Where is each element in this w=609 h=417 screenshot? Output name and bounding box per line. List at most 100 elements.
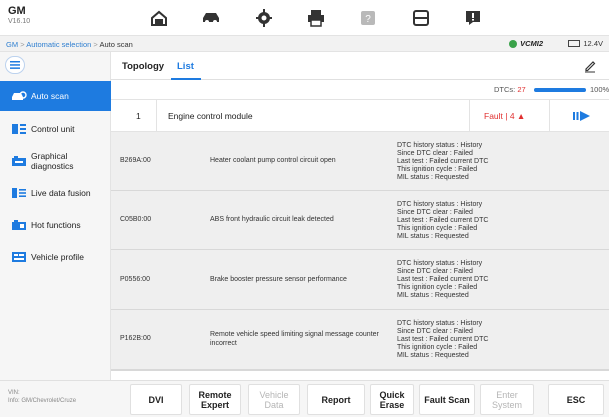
hot-functions-icon xyxy=(11,219,27,231)
dtc-code: B269A:00 xyxy=(120,157,151,164)
sidebar-item-label: Hot functions xyxy=(31,220,81,230)
home-icon[interactable] xyxy=(148,8,170,28)
vin-label: VIN: xyxy=(8,390,20,396)
hamburger-icon xyxy=(10,61,20,69)
live-data-icon xyxy=(11,187,27,199)
breadcrumb-separator: > xyxy=(93,40,98,49)
sidebar-item-label: Vehicle profile xyxy=(31,252,84,262)
breadcrumb-parent[interactable]: Automatic selection xyxy=(26,40,91,49)
dtc-status-details: DTC history status : History Since DTC c… xyxy=(397,142,488,182)
dtc-status-line: MIL status : Requested xyxy=(397,174,469,181)
car-scan-icon xyxy=(11,90,27,102)
control-unit-icon xyxy=(11,123,27,135)
dvi-button[interactable]: DVI xyxy=(130,384,182,415)
feedback-icon[interactable] xyxy=(462,8,484,28)
dtc-description: ABS front hydraulic circuit leak detecte… xyxy=(210,216,334,223)
dtc-status-line: This ignition cycle : Failed xyxy=(397,344,478,351)
dtc-row: P162B:00 Remote vehicle speed limiting s… xyxy=(111,310,609,370)
dtc-description: Heater coolant pump control circuit open xyxy=(210,157,336,164)
dtc-status-line: This ignition cycle : Failed xyxy=(397,166,478,173)
settings-icon[interactable] xyxy=(253,8,275,28)
dtc-status-line: Last test : Failed current DTC xyxy=(397,336,489,343)
dtc-description: Brake booster pressure sensor performanc… xyxy=(210,276,347,283)
vci-status: VCMI2 xyxy=(509,39,543,48)
dtc-status-line: Since DTC clear : Failed xyxy=(397,328,473,335)
sidebar-item-label: Control unit xyxy=(31,124,75,134)
battery-status: 12.4V xyxy=(568,39,603,48)
fault-scan-button[interactable]: Fault Scan xyxy=(419,384,475,415)
dtc-status-line: DTC history status : History xyxy=(397,260,483,267)
module-index: 1 xyxy=(136,111,141,121)
breadcrumb-bar: GM > Automatic selection > Auto scan VCM… xyxy=(0,36,609,52)
breadcrumb-current: Auto scan xyxy=(99,40,133,49)
sidebar-item-live-data-fusion[interactable]: Live data fusion xyxy=(0,178,111,208)
save-icon[interactable] xyxy=(410,8,432,28)
sidebar-item-auto-scan[interactable]: Auto scan xyxy=(0,81,111,111)
breadcrumb-separator: > xyxy=(20,40,25,49)
menu-toggle-button[interactable] xyxy=(5,56,25,74)
svg-text:?: ? xyxy=(365,14,371,25)
vci-connected-icon xyxy=(509,39,518,48)
breadcrumb: GM > Automatic selection > Auto scan xyxy=(6,40,133,49)
dtc-status-line: Since DTC clear : Failed xyxy=(397,150,473,157)
sidebar-item-label: Graphical diagnostics xyxy=(31,151,74,171)
dtc-code: P162B:00 xyxy=(120,335,151,342)
dtc-status-details: DTC history status : History Since DTC c… xyxy=(397,320,488,360)
graphical-diagnostics-icon xyxy=(11,155,27,167)
scan-progress-bar xyxy=(534,88,586,92)
dtc-status-line: MIL status : Requested xyxy=(397,292,469,299)
vehicle-data-button[interactable]: Vehicle Data xyxy=(248,384,300,415)
sidebar-item-hot-functions[interactable]: Hot functions xyxy=(0,210,111,240)
report-button[interactable]: Report xyxy=(307,384,365,415)
dtc-code: P0556:00 xyxy=(120,276,150,283)
battery-voltage: 12.4V xyxy=(583,39,603,48)
sidebar-item-control-unit[interactable]: Control unit xyxy=(0,114,111,144)
sidebar: Auto scan Control unit Graphical diagnos… xyxy=(0,52,111,380)
dtc-row: B269A:00 Heater coolant pump control cir… xyxy=(111,132,609,191)
dtc-count-value: 27 xyxy=(517,85,526,94)
dtc-code: C05B0:00 xyxy=(120,216,152,223)
sidebar-item-vehicle-profile[interactable]: Vehicle profile xyxy=(0,242,111,272)
breadcrumb-root[interactable]: GM xyxy=(6,40,18,49)
dtc-summary: DTCs: 27 100% xyxy=(111,80,609,99)
column-divider xyxy=(549,100,550,132)
dtc-status-line: Since DTC clear : Failed xyxy=(397,209,473,216)
view-tabs: Topology List xyxy=(111,52,609,80)
dtc-status-line: DTC history status : History xyxy=(397,320,483,327)
printer-icon[interactable] xyxy=(305,8,327,28)
quick-erase-button[interactable]: Quick Erase xyxy=(370,384,414,415)
dtc-status-details: DTC history status : History Since DTC c… xyxy=(397,201,488,241)
dtc-status-line: DTC history status : History xyxy=(397,142,483,149)
dtc-status-line: Since DTC clear : Failed xyxy=(397,268,473,275)
dtc-status-line: This ignition cycle : Failed xyxy=(397,225,478,232)
column-divider xyxy=(156,100,157,132)
dtc-count-label: DTCs: xyxy=(494,85,516,94)
sidebar-item-graphical-diagnostics[interactable]: Graphical diagnostics xyxy=(0,146,111,176)
dtc-description: Remote vehicle speed limiting signal mes… xyxy=(210,331,379,347)
help-icon[interactable]: ? xyxy=(357,8,379,28)
enter-system-button[interactable]: Enter System xyxy=(480,384,534,415)
vehicle-icon[interactable] xyxy=(200,8,222,28)
battery-icon xyxy=(568,40,581,47)
dtc-status-line: MIL status : Requested xyxy=(397,352,469,359)
column-divider xyxy=(469,100,470,132)
edit-icon[interactable] xyxy=(583,59,597,73)
dtc-status-line: Last test : Failed current DTC xyxy=(397,276,489,283)
esc-button[interactable]: ESC xyxy=(548,384,604,415)
sidebar-item-label: Live data fusion xyxy=(31,188,91,198)
tab-list[interactable]: List xyxy=(177,61,194,72)
dtc-status-line: Last test : Failed current DTC xyxy=(397,158,489,165)
tab-topology[interactable]: Topology xyxy=(122,61,164,72)
main-panel: Topology List DTCs: 27 100% 1 Engine con… xyxy=(111,52,609,380)
enter-module-icon[interactable] xyxy=(573,110,591,122)
next-module-row[interactable] xyxy=(111,370,609,380)
dtc-status-line: MIL status : Requested xyxy=(397,233,469,240)
module-fault-status[interactable]: Fault | 4 ▲ xyxy=(484,111,525,121)
module-name: Engine control module xyxy=(168,111,253,121)
bottom-toolbar: VIN: Info: GM/Chevrolet/Cruze DVI Remote… xyxy=(0,380,609,417)
remote-expert-button[interactable]: Remote Expert xyxy=(189,384,241,415)
dtc-row: C05B0:00 ABS front hydraulic circuit lea… xyxy=(111,191,609,250)
brand: GM V16.10 xyxy=(8,5,30,26)
vehicle-info: VIN: Info: GM/Chevrolet/Cruze xyxy=(8,390,76,405)
module-row[interactable]: 1 Engine control module Fault | 4 ▲ xyxy=(111,99,609,132)
